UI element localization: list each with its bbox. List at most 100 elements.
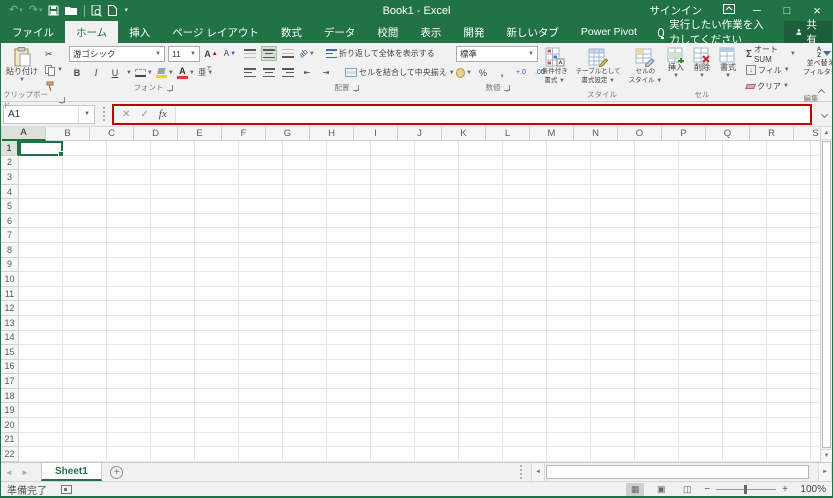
cell-P4[interactable]: [679, 184, 723, 200]
cell-N6[interactable]: [591, 213, 635, 229]
enter-icon[interactable]: ✓: [140, 109, 148, 120]
cell-A17[interactable]: [19, 374, 63, 389]
cell-G10[interactable]: [283, 272, 327, 287]
cell-D7[interactable]: [151, 228, 195, 244]
cell-G15[interactable]: [283, 345, 327, 360]
cell-Q5[interactable]: [723, 199, 767, 214]
cell-P2[interactable]: [679, 155, 723, 171]
cell-A21[interactable]: [19, 432, 63, 448]
cell-J17[interactable]: [415, 374, 459, 389]
cell-E8[interactable]: [195, 243, 239, 258]
cell-C3[interactable]: [107, 170, 151, 185]
cell-L8[interactable]: [503, 243, 547, 258]
cell-P19[interactable]: [679, 403, 723, 418]
cell-K7[interactable]: [459, 228, 503, 244]
cell-A18[interactable]: [19, 388, 63, 404]
cell-E18[interactable]: [195, 388, 239, 404]
cell-S11[interactable]: [811, 286, 820, 302]
cell-C15[interactable]: [107, 345, 151, 360]
cell-P3[interactable]: [679, 170, 723, 185]
cell-J6[interactable]: [415, 213, 459, 229]
cell-A22[interactable]: [19, 447, 63, 462]
cell-C11[interactable]: [107, 286, 151, 302]
cell-O11[interactable]: [635, 286, 679, 302]
cell-H19[interactable]: [327, 403, 371, 418]
copy-button[interactable]: ▼: [43, 63, 65, 77]
cell-B8[interactable]: [63, 243, 107, 258]
cell-B22[interactable]: [63, 447, 107, 462]
cell-S9[interactable]: [811, 257, 820, 273]
cell-B1[interactable]: [63, 141, 107, 156]
cell-O9[interactable]: [635, 257, 679, 273]
cell-B18[interactable]: [63, 388, 107, 404]
cell-P16[interactable]: [679, 359, 723, 375]
cell-F18[interactable]: [239, 388, 283, 404]
cell-J22[interactable]: [415, 447, 459, 462]
cell-P18[interactable]: [679, 388, 723, 404]
row-header-13[interactable]: 13: [1, 315, 19, 331]
cell-E5[interactable]: [195, 199, 239, 214]
horizontal-scrollbar[interactable]: ◄ ►: [512, 463, 832, 481]
cell-P6[interactable]: [679, 213, 723, 229]
column-header-H[interactable]: H: [310, 127, 354, 141]
cell-J13[interactable]: [415, 315, 459, 331]
cell-H18[interactable]: [327, 388, 371, 404]
cell-J10[interactable]: [415, 272, 459, 287]
cell-J11[interactable]: [415, 286, 459, 302]
cell-D6[interactable]: [151, 213, 195, 229]
cell-E2[interactable]: [195, 155, 239, 171]
cell-D19[interactable]: [151, 403, 195, 418]
cell-M19[interactable]: [547, 403, 591, 418]
sheet-tab-sheet1[interactable]: Sheet1: [41, 463, 102, 481]
cell-R11[interactable]: [767, 286, 811, 302]
share-button[interactable]: 共有: [783, 19, 832, 46]
column-header-P[interactable]: P: [662, 127, 706, 141]
undo-icon[interactable]: ↶ ▾: [9, 5, 23, 16]
cell-F6[interactable]: [239, 213, 283, 229]
cell-R10[interactable]: [767, 272, 811, 287]
tab-file[interactable]: ファイル: [1, 21, 65, 43]
tell-me-box[interactable]: 実行したい作業を入力してください: [648, 19, 784, 46]
cell-Q11[interactable]: [723, 286, 767, 302]
cell-M13[interactable]: [547, 315, 591, 331]
cell-I15[interactable]: [371, 345, 415, 360]
cell-G12[interactable]: [283, 301, 327, 316]
cell-S13[interactable]: [811, 315, 820, 331]
cell-O6[interactable]: [635, 213, 679, 229]
cell-A16[interactable]: [19, 359, 63, 375]
cell-J20[interactable]: [415, 417, 459, 433]
ribbon-display-options-icon[interactable]: [716, 4, 742, 17]
row-header-8[interactable]: 8: [1, 243, 19, 258]
cell-E22[interactable]: [195, 447, 239, 462]
cell-O13[interactable]: [635, 315, 679, 331]
cell-S5[interactable]: [811, 199, 820, 214]
cell-D8[interactable]: [151, 243, 195, 258]
cell-R22[interactable]: [767, 447, 811, 462]
cell-Q10[interactable]: [723, 272, 767, 287]
cell-J7[interactable]: [415, 228, 459, 244]
format-as-table-button[interactable]: テーブルとして 書式設定 ▼: [573, 45, 624, 88]
wrap-text-button[interactable]: 折り返して全体を表示する: [324, 47, 437, 61]
cell-N2[interactable]: [591, 155, 635, 171]
cell-S21[interactable]: [811, 432, 820, 448]
cell-K21[interactable]: [459, 432, 503, 448]
cell-O2[interactable]: [635, 155, 679, 171]
cell-J5[interactable]: [415, 199, 459, 214]
customize-qat-icon[interactable]: ▾: [123, 7, 128, 14]
cell-R4[interactable]: [767, 184, 811, 200]
column-header-J[interactable]: J: [398, 127, 442, 141]
cell-J14[interactable]: [415, 330, 459, 346]
cell-R9[interactable]: [767, 257, 811, 273]
column-header-D[interactable]: D: [134, 127, 178, 141]
cell-H13[interactable]: [327, 315, 371, 331]
cell-H15[interactable]: [327, 345, 371, 360]
cell-I3[interactable]: [371, 170, 415, 185]
alignment-dialog-launcher-icon[interactable]: [353, 84, 360, 91]
cell-A12[interactable]: [19, 301, 63, 316]
cell-C19[interactable]: [107, 403, 151, 418]
number-dialog-launcher-icon[interactable]: [504, 84, 511, 91]
cell-O5[interactable]: [635, 199, 679, 214]
column-header-K[interactable]: K: [442, 127, 486, 141]
cell-M7[interactable]: [547, 228, 591, 244]
cell-C6[interactable]: [107, 213, 151, 229]
